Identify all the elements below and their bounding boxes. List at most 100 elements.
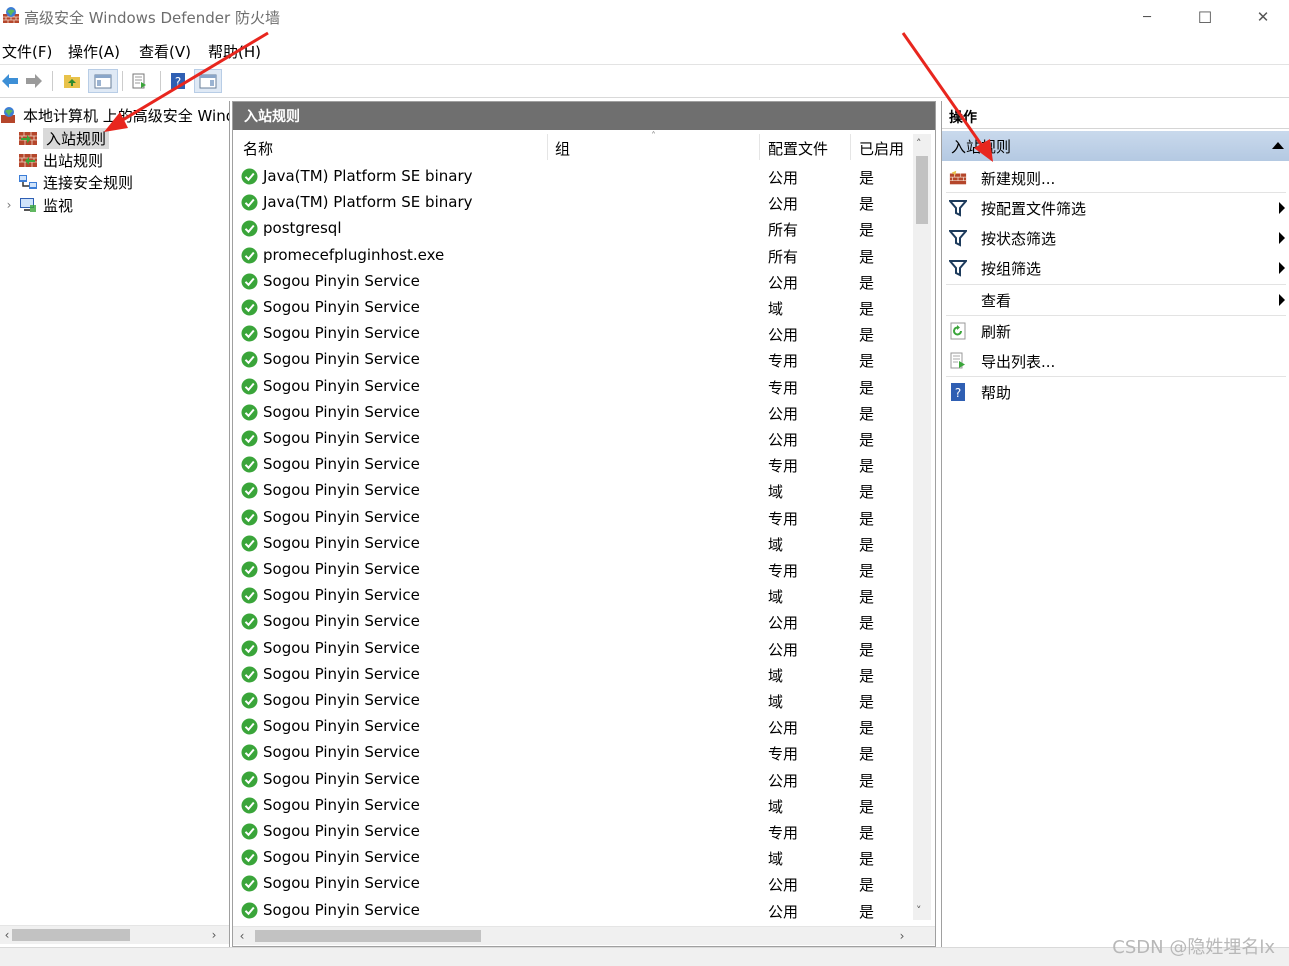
table-row[interactable]: Sogou Pinyin Service 专用 是 bbox=[233, 374, 913, 400]
table-row[interactable]: Sogou Pinyin Service 公用 是 bbox=[233, 269, 913, 295]
rule-enabled: 是 bbox=[859, 719, 875, 738]
table-row[interactable]: Sogou Pinyin Service 专用 是 bbox=[233, 740, 913, 766]
column-header-profile[interactable]: 配置文件 bbox=[768, 138, 828, 160]
forward-button[interactable] bbox=[22, 69, 46, 93]
scroll-thumb[interactable] bbox=[12, 929, 130, 941]
tree-item-connection-security-rules[interactable]: 连接安全规则 bbox=[18, 171, 133, 193]
table-row[interactable]: Java(TM) Platform SE binary 公用 是 bbox=[233, 164, 913, 190]
up-one-level-button[interactable] bbox=[60, 69, 84, 93]
rules-list-pane: 入站规则 名称 组 ˄ 配置文件 已启用 Java(TM) Platform S… bbox=[232, 101, 936, 947]
expand-icon[interactable]: › bbox=[0, 198, 18, 212]
sort-ascending-icon: ˄ bbox=[651, 131, 656, 142]
rule-enabled-check-icon bbox=[241, 771, 258, 788]
svg-text:?: ? bbox=[955, 386, 961, 400]
table-row[interactable]: Sogou Pinyin Service 域 是 bbox=[233, 583, 913, 609]
column-header-group[interactable]: 组 bbox=[555, 138, 570, 160]
show-hide-action-pane-button[interactable] bbox=[194, 69, 222, 93]
rules-horizontal-scrollbar[interactable]: ‹ › bbox=[233, 926, 935, 945]
table-row[interactable]: Sogou Pinyin Service 专用 是 bbox=[233, 347, 913, 373]
menu-file[interactable]: 文件(F) bbox=[2, 41, 52, 62]
scroll-right-icon[interactable]: › bbox=[207, 926, 221, 944]
table-row[interactable]: Sogou Pinyin Service 域 是 bbox=[233, 845, 913, 871]
export-list-button[interactable] bbox=[128, 69, 152, 93]
action-export-list[interactable]: 导出列表... bbox=[942, 346, 1288, 376]
table-row[interactable]: Sogou Pinyin Service 公用 是 bbox=[233, 321, 913, 347]
rules-vertical-scrollbar[interactable]: ˄ ˅ bbox=[913, 134, 931, 920]
table-row[interactable]: Java(TM) Platform SE binary 公用 是 bbox=[233, 190, 913, 216]
table-row[interactable]: Sogou Pinyin Service 公用 是 bbox=[233, 400, 913, 426]
actions-section-inbound-rules[interactable]: 入站规则 bbox=[942, 131, 1289, 161]
action-filter-by-profile[interactable]: 按配置文件筛选 bbox=[942, 193, 1288, 223]
menu-bar: 文件(F) 操作(A) 查看(V) 帮助(H) bbox=[0, 36, 1289, 64]
tree-item-monitor[interactable]: › 监视 bbox=[0, 194, 73, 216]
table-row[interactable]: Sogou Pinyin Service 公用 是 bbox=[233, 714, 913, 740]
table-row[interactable]: Sogou Pinyin Service 公用 是 bbox=[233, 871, 913, 897]
scroll-left-icon[interactable]: ‹ bbox=[235, 927, 249, 945]
actions-pane: 操作 入站规则 新建规则... 按配置文件筛选 按状态筛选 按组筛选 查看 刷新… bbox=[941, 101, 1289, 947]
action-filter-by-group[interactable]: 按组筛选 bbox=[942, 253, 1288, 283]
table-row[interactable]: Sogou Pinyin Service 域 是 bbox=[233, 662, 913, 688]
menu-action[interactable]: 操作(A) bbox=[68, 41, 120, 62]
scroll-down-icon[interactable]: ˅ bbox=[916, 904, 922, 917]
rule-enabled: 是 bbox=[859, 431, 875, 449]
rule-enabled-check-icon bbox=[241, 351, 258, 368]
tree-item-outbound-rules[interactable]: 出站规则 bbox=[18, 149, 103, 171]
action-filter-by-profile-label: 按配置文件筛选 bbox=[981, 200, 1087, 218]
collapse-icon[interactable] bbox=[1272, 142, 1284, 149]
rule-profile: 域 bbox=[768, 693, 784, 711]
help-icon: ? bbox=[949, 383, 967, 401]
table-row[interactable]: Sogou Pinyin Service 专用 是 bbox=[233, 819, 913, 845]
action-help-label: 帮助 bbox=[981, 384, 1012, 402]
table-row[interactable]: Sogou Pinyin Service 域 是 bbox=[233, 531, 913, 557]
action-new-rule[interactable]: 新建规则... bbox=[942, 163, 1288, 193]
table-row[interactable]: Sogou Pinyin Service 域 是 bbox=[233, 478, 913, 504]
back-icon bbox=[2, 74, 18, 88]
rule-enabled: 是 bbox=[859, 326, 875, 345]
table-row[interactable]: Sogou Pinyin Service 专用 是 bbox=[233, 557, 913, 583]
back-button[interactable] bbox=[0, 69, 22, 93]
minimize-button[interactable]: ─ bbox=[1118, 0, 1176, 34]
action-help[interactable]: ? 帮助 bbox=[942, 377, 1288, 407]
scroll-up-icon[interactable]: ˄ bbox=[916, 137, 922, 150]
help-button[interactable]: ? bbox=[166, 69, 190, 93]
rule-profile: 公用 bbox=[768, 719, 799, 738]
rule-name: Sogou Pinyin Service bbox=[263, 586, 420, 605]
table-row[interactable]: Sogou Pinyin Service 公用 是 bbox=[233, 767, 913, 793]
export-list-icon bbox=[949, 352, 967, 370]
table-row[interactable]: Sogou Pinyin Service 域 是 bbox=[233, 793, 913, 819]
action-view[interactable]: 查看 bbox=[942, 285, 1288, 315]
tree-horizontal-scrollbar[interactable]: ‹ › bbox=[0, 925, 229, 944]
table-row[interactable]: Sogou Pinyin Service 公用 是 bbox=[233, 426, 913, 452]
show-hide-tree-button[interactable] bbox=[88, 69, 118, 93]
scroll-thumb[interactable] bbox=[255, 930, 481, 942]
firewall-root-icon bbox=[1, 107, 15, 123]
menu-help[interactable]: 帮助(H) bbox=[208, 41, 261, 62]
action-filter-by-state[interactable]: 按状态筛选 bbox=[942, 223, 1288, 253]
tree-root[interactable]: 本地计算机 上的高级安全 Windows Defender 防火墙 bbox=[0, 104, 229, 126]
table-row[interactable]: Sogou Pinyin Service 公用 是 bbox=[233, 636, 913, 662]
rule-enabled: 是 bbox=[859, 247, 875, 266]
table-row[interactable]: postgresql 所有 是 bbox=[233, 216, 913, 242]
menu-view[interactable]: 查看(V) bbox=[139, 41, 191, 62]
close-button[interactable]: ✕ bbox=[1234, 0, 1289, 34]
svg-text:?: ? bbox=[175, 75, 181, 89]
column-header-name[interactable]: 名称 bbox=[243, 138, 273, 160]
column-header-enabled[interactable]: 已启用 bbox=[859, 138, 904, 160]
table-row[interactable]: Sogou Pinyin Service 公用 是 bbox=[233, 609, 913, 635]
up-folder-icon bbox=[64, 75, 80, 88]
maximize-button[interactable]: ☐ bbox=[1176, 0, 1234, 34]
table-row[interactable]: Sogou Pinyin Service 专用 是 bbox=[233, 505, 913, 531]
table-row[interactable]: Sogou Pinyin Service 专用 是 bbox=[233, 452, 913, 478]
rule-name: Sogou Pinyin Service bbox=[263, 717, 420, 736]
table-row[interactable]: Sogou Pinyin Service 域 是 bbox=[233, 688, 913, 714]
action-refresh[interactable]: 刷新 bbox=[942, 316, 1288, 346]
outbound-rules-icon bbox=[19, 154, 37, 167]
inbound-rules-icon bbox=[19, 132, 37, 145]
scroll-right-icon[interactable]: › bbox=[895, 927, 909, 945]
rule-profile: 域 bbox=[768, 300, 784, 318]
tree-item-inbound-rules[interactable]: 入站规则 bbox=[18, 127, 110, 149]
table-row[interactable]: Sogou Pinyin Service 公用 是 bbox=[233, 898, 913, 924]
table-row[interactable]: Sogou Pinyin Service 域 是 bbox=[233, 295, 913, 321]
table-row[interactable]: promecefpluginhost.exe 所有 是 bbox=[233, 243, 913, 269]
scroll-thumb[interactable] bbox=[916, 156, 928, 224]
